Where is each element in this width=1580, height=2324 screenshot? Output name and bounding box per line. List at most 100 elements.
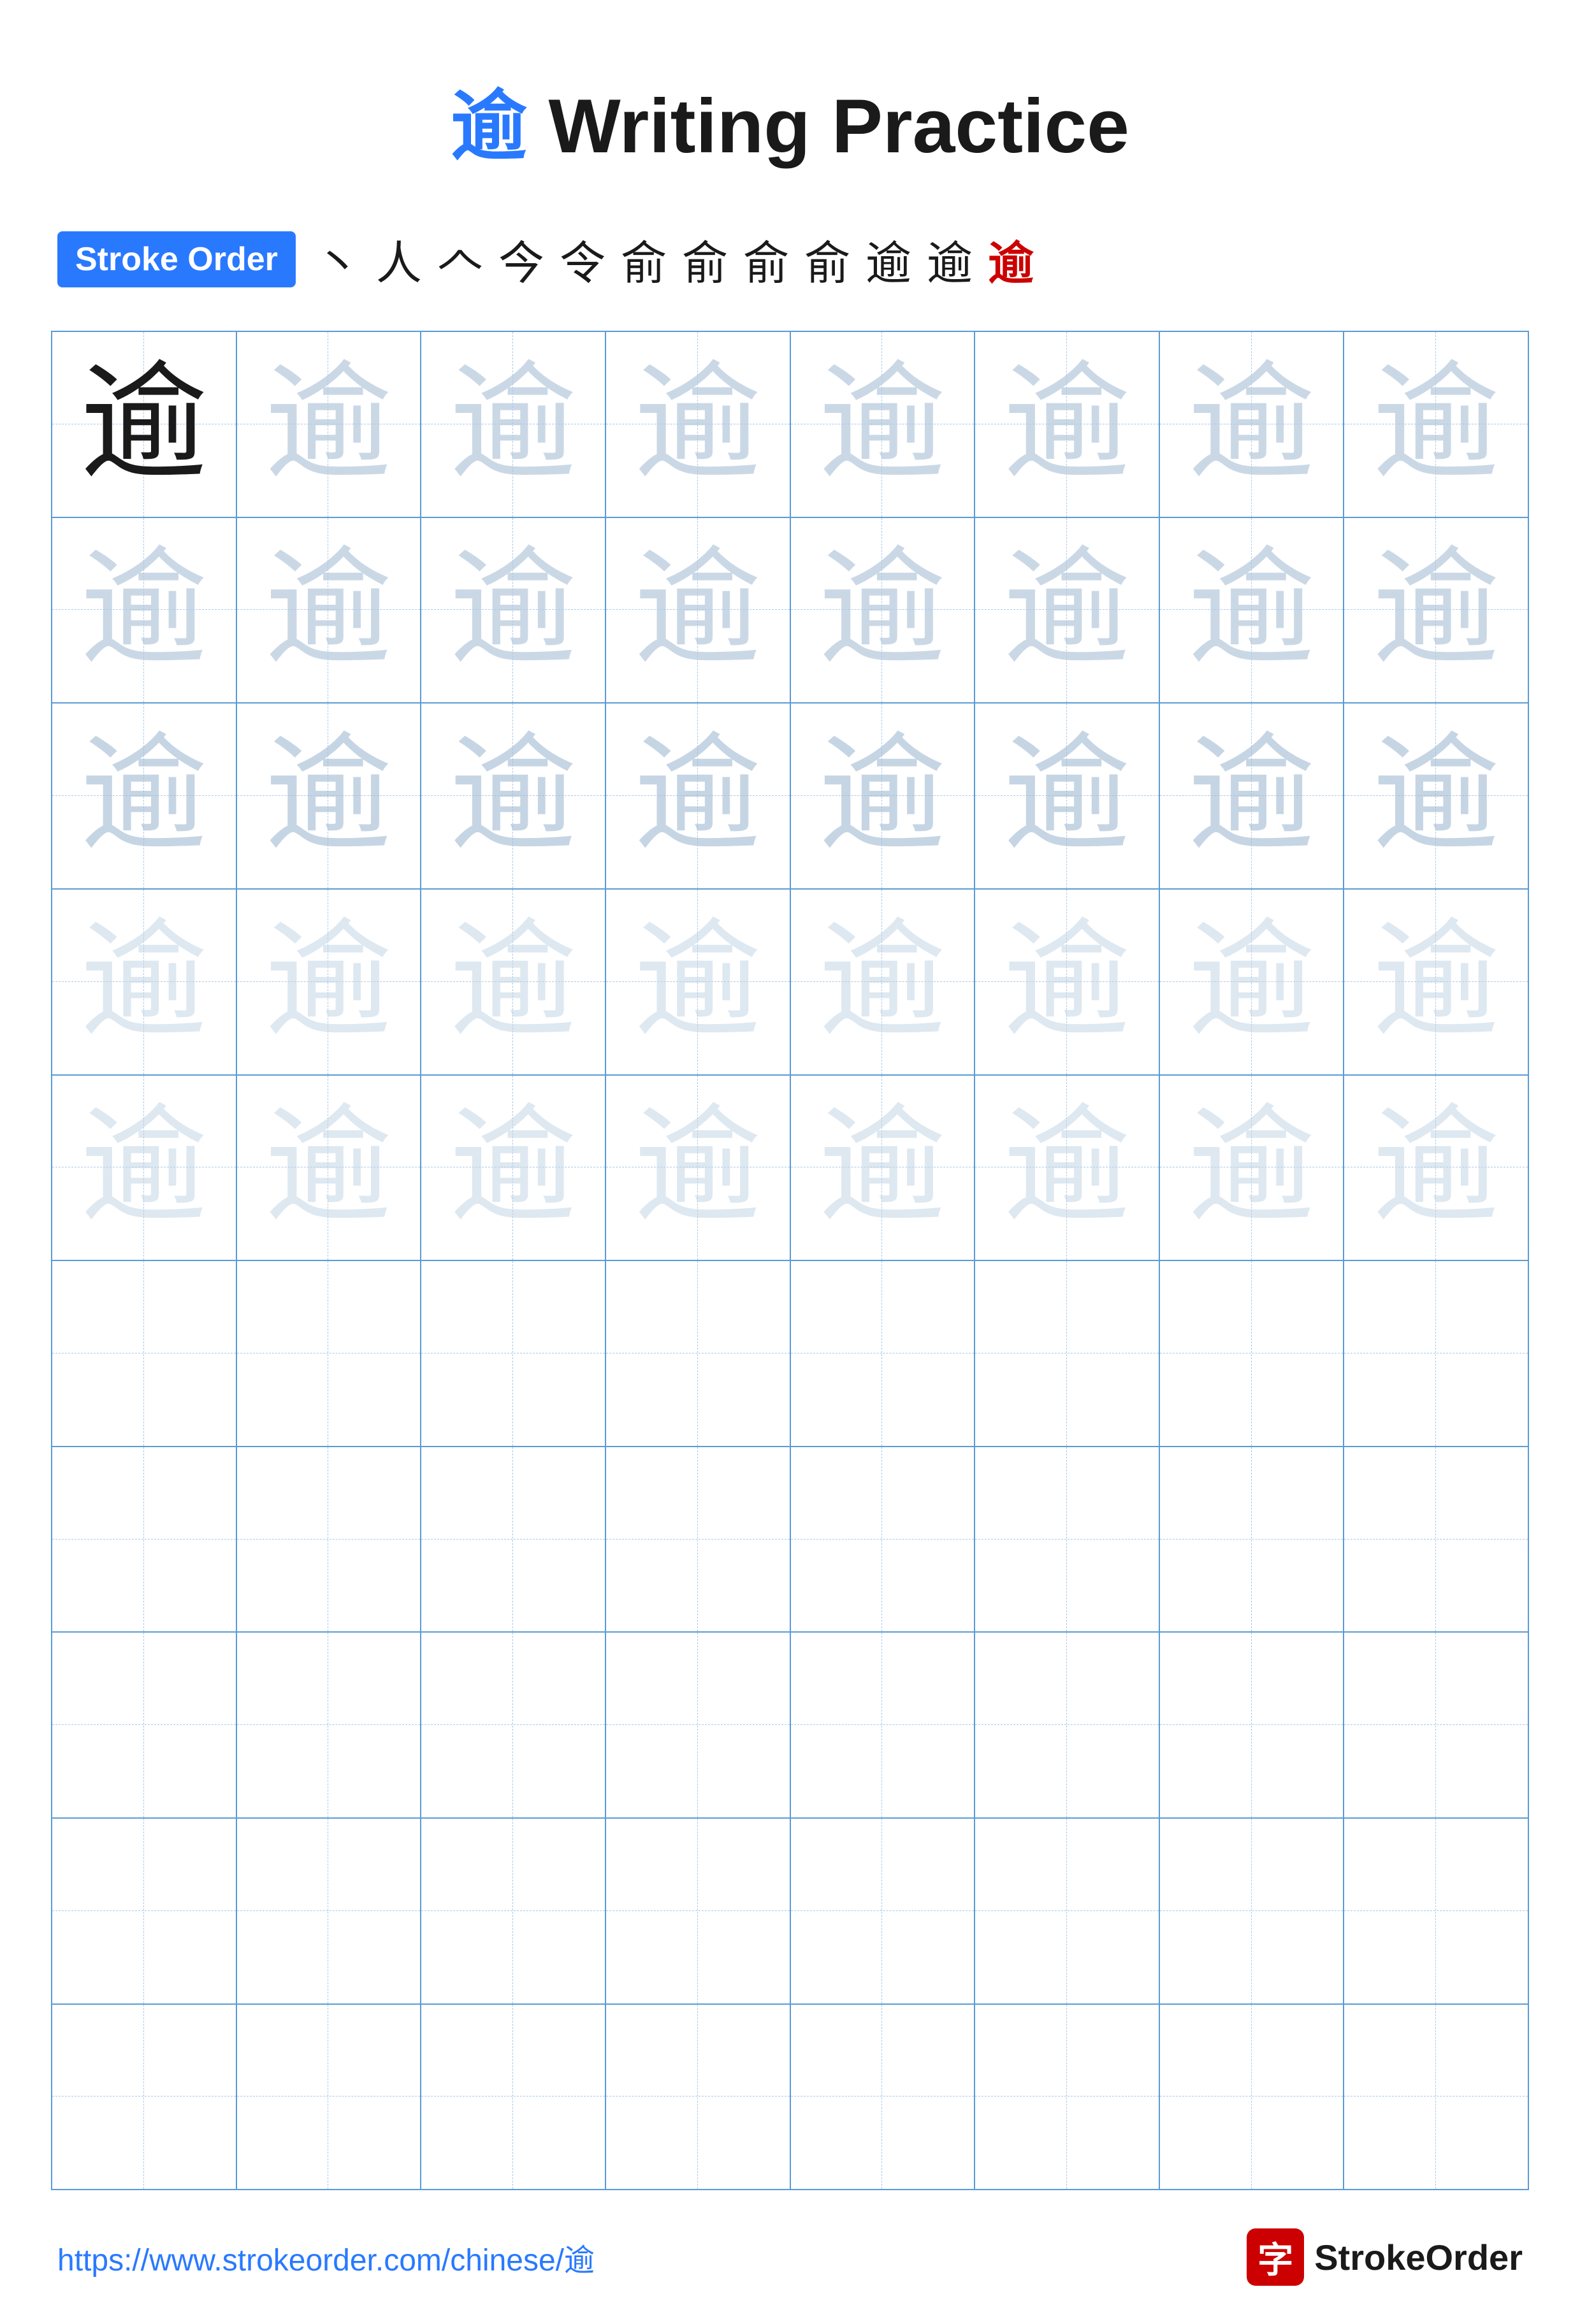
grid-cell-7-3[interactable] — [421, 1447, 606, 1632]
grid-cell-8-1[interactable] — [52, 1633, 237, 1817]
char-guide: 逾 — [1372, 1104, 1500, 1231]
grid-cell-1-4[interactable]: 逾 — [606, 332, 791, 517]
grid-cell-6-4[interactable] — [606, 1261, 791, 1446]
grid-cell-3-4[interactable]: 逾 — [606, 704, 791, 888]
grid-cell-7-1[interactable] — [52, 1447, 237, 1632]
grid-cell-10-8[interactable] — [1344, 2005, 1528, 2190]
grid-cell-1-6[interactable]: 逾 — [975, 332, 1160, 517]
grid-cell-4-3[interactable]: 逾 — [421, 890, 606, 1074]
grid-cell-6-2[interactable] — [237, 1261, 422, 1446]
grid-row-8 — [52, 1633, 1528, 1819]
grid-cell-9-8[interactable] — [1344, 1819, 1528, 2003]
grid-cell-10-5[interactable] — [791, 2005, 976, 2190]
grid-cell-5-1[interactable]: 逾 — [52, 1076, 237, 1260]
title-char: 逾 — [451, 84, 527, 169]
grid-cell-5-6[interactable]: 逾 — [975, 1076, 1160, 1260]
grid-cell-4-2[interactable]: 逾 — [237, 890, 422, 1074]
grid-cell-2-6[interactable]: 逾 — [975, 518, 1160, 703]
title-suffix: Writing Practice — [527, 83, 1129, 169]
stroke-4: 今 — [498, 226, 544, 292]
grid-cell-9-7[interactable] — [1160, 1819, 1345, 2003]
grid-cell-8-2[interactable] — [237, 1633, 422, 1817]
grid-cell-4-7[interactable]: 逾 — [1160, 890, 1345, 1074]
footer-url[interactable]: https://www.strokeorder.com/chinese/逾 — [57, 2235, 595, 2279]
grid-cell-9-3[interactable] — [421, 1819, 606, 2003]
grid-cell-1-7[interactable]: 逾 — [1160, 332, 1345, 517]
grid-cell-4-6[interactable]: 逾 — [975, 890, 1160, 1074]
grid-cell-5-2[interactable]: 逾 — [237, 1076, 422, 1260]
grid-cell-1-1[interactable]: 逾 — [52, 332, 237, 517]
grid-cell-3-8[interactable]: 逾 — [1344, 704, 1528, 888]
grid-cell-6-8[interactable] — [1344, 1261, 1528, 1446]
grid-cell-2-3[interactable]: 逾 — [421, 518, 606, 703]
char-guide: 逾 — [265, 1104, 392, 1231]
grid-cell-3-7[interactable]: 逾 — [1160, 704, 1345, 888]
grid-cell-7-6[interactable] — [975, 1447, 1160, 1632]
grid-cell-10-6[interactable] — [975, 2005, 1160, 2190]
grid-cell-5-3[interactable]: 逾 — [421, 1076, 606, 1260]
grid-cell-7-5[interactable] — [791, 1447, 976, 1632]
grid-cell-4-8[interactable]: 逾 — [1344, 890, 1528, 1074]
grid-cell-7-8[interactable] — [1344, 1447, 1528, 1632]
char-guide: 逾 — [80, 546, 208, 674]
stroke-10: 逾 — [866, 226, 911, 292]
grid-cell-3-1[interactable]: 逾 — [52, 704, 237, 888]
char-guide: 逾 — [818, 918, 946, 1046]
grid-cell-6-5[interactable] — [791, 1261, 976, 1446]
footer-brand: 字 StrokeOrder — [1247, 2228, 1523, 2286]
grid-cell-9-5[interactable] — [791, 1819, 976, 2003]
grid-cell-2-4[interactable]: 逾 — [606, 518, 791, 703]
grid-cell-2-8[interactable]: 逾 — [1344, 518, 1528, 703]
grid-cell-5-4[interactable]: 逾 — [606, 1076, 791, 1260]
grid-cell-10-1[interactable] — [52, 2005, 237, 2190]
grid-cell-6-6[interactable] — [975, 1261, 1160, 1446]
grid-cell-9-4[interactable] — [606, 1819, 791, 2003]
grid-row-5: 逾 逾 逾 逾 逾 逾 逾 逾 — [52, 1076, 1528, 1262]
grid-cell-8-3[interactable] — [421, 1633, 606, 1817]
grid-cell-2-1[interactable]: 逾 — [52, 518, 237, 703]
grid-cell-6-3[interactable] — [421, 1261, 606, 1446]
grid-cell-1-3[interactable]: 逾 — [421, 332, 606, 517]
grid-cell-1-5[interactable]: 逾 — [791, 332, 976, 517]
grid-cell-10-4[interactable] — [606, 2005, 791, 2190]
grid-cell-8-7[interactable] — [1160, 1633, 1345, 1817]
grid-cell-8-4[interactable] — [606, 1633, 791, 1817]
char-guide: 逾 — [265, 918, 392, 1046]
grid-cell-5-5[interactable]: 逾 — [791, 1076, 976, 1260]
char-guide: 逾 — [634, 732, 762, 860]
grid-cell-3-5[interactable]: 逾 — [791, 704, 976, 888]
grid-cell-5-7[interactable]: 逾 — [1160, 1076, 1345, 1260]
grid-cell-7-2[interactable] — [237, 1447, 422, 1632]
grid-cell-8-5[interactable] — [791, 1633, 976, 1817]
grid-cell-4-1[interactable]: 逾 — [52, 890, 237, 1074]
stroke-5: 令 — [560, 226, 605, 292]
char-guide: 逾 — [818, 361, 946, 488]
grid-cell-10-3[interactable] — [421, 2005, 606, 2190]
char-guide: 逾 — [80, 732, 208, 860]
grid-cell-8-6[interactable] — [975, 1633, 1160, 1817]
grid-cell-2-2[interactable]: 逾 — [237, 518, 422, 703]
grid-cell-10-2[interactable] — [237, 2005, 422, 2190]
grid-cell-3-2[interactable]: 逾 — [237, 704, 422, 888]
grid-cell-9-1[interactable] — [52, 1819, 237, 2003]
grid-cell-1-2[interactable]: 逾 — [237, 332, 422, 517]
grid-cell-2-7[interactable]: 逾 — [1160, 518, 1345, 703]
grid-cell-7-7[interactable] — [1160, 1447, 1345, 1632]
grid-cell-6-1[interactable] — [52, 1261, 237, 1446]
grid-cell-5-8[interactable]: 逾 — [1344, 1076, 1528, 1260]
char-guide: 逾 — [1372, 918, 1500, 1046]
grid-cell-9-6[interactable] — [975, 1819, 1160, 2003]
grid-cell-1-8[interactable]: 逾 — [1344, 332, 1528, 517]
grid-cell-8-8[interactable] — [1344, 1633, 1528, 1817]
grid-cell-2-5[interactable]: 逾 — [791, 518, 976, 703]
grid-cell-10-7[interactable] — [1160, 2005, 1345, 2190]
grid-cell-4-5[interactable]: 逾 — [791, 890, 976, 1074]
grid-cell-7-4[interactable] — [606, 1447, 791, 1632]
grid-cell-4-4[interactable]: 逾 — [606, 890, 791, 1074]
char-guide: 逾 — [634, 918, 762, 1046]
char-guide: 逾 — [1188, 732, 1315, 860]
grid-cell-3-6[interactable]: 逾 — [975, 704, 1160, 888]
grid-cell-9-2[interactable] — [237, 1819, 422, 2003]
grid-cell-3-3[interactable]: 逾 — [421, 704, 606, 888]
grid-cell-6-7[interactable] — [1160, 1261, 1345, 1446]
